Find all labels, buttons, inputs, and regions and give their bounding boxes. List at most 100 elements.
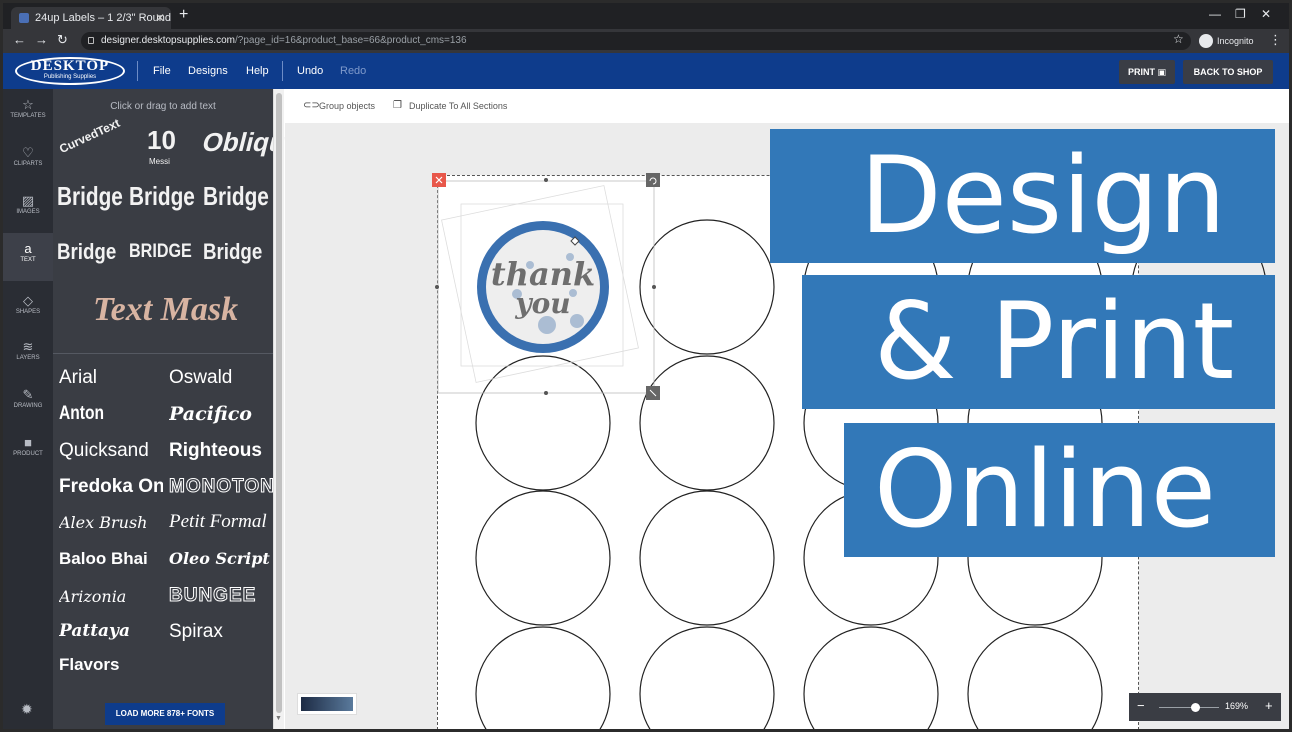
- font-option[interactable]: Quicksand: [59, 440, 163, 462]
- bridge-text-sample[interactable]: Bridge: [203, 181, 269, 212]
- gradient-fill: [301, 697, 353, 711]
- font-option[interactable]: Pattaya: [59, 621, 163, 641]
- panel-scrollbar[interactable]: ▼: [273, 89, 284, 729]
- text-panel: Click or drag to add text CurvedText 10 …: [53, 89, 304, 729]
- promo-banner-print: & Print: [802, 275, 1275, 409]
- label-circle: [967, 626, 1103, 729]
- font-option[interactable]: Arizonia: [59, 587, 163, 606]
- back-arrow-icon[interactable]: ←: [13, 32, 26, 47]
- bridge-text-sample[interactable]: Bridge: [129, 181, 195, 212]
- zoom-slider-track[interactable]: [1159, 707, 1219, 708]
- forward-arrow-icon[interactable]: →: [35, 32, 48, 47]
- window-close-icon[interactable]: ✕: [1261, 7, 1271, 21]
- zoom-out-icon[interactable]: −: [1137, 698, 1145, 713]
- font-option[interactable]: MONOTON: [169, 476, 273, 498]
- font-option[interactable]: Fredoka One: [59, 476, 163, 498]
- rail-images[interactable]: ▨ IMAGES: [3, 185, 53, 233]
- new-tab-icon[interactable]: +: [179, 6, 188, 24]
- bridge-text-sample[interactable]: BRIDGE: [129, 241, 192, 263]
- site-favicon-icon: [19, 13, 29, 23]
- heart-icon: ♡: [22, 145, 34, 160]
- box-icon: ■: [24, 435, 32, 450]
- curved-text-sample[interactable]: CurvedText: [57, 116, 122, 156]
- rail-drawing[interactable]: ✎ DRAWING: [3, 379, 53, 427]
- zoom-level: 169%: [1225, 701, 1249, 711]
- logo-main: DESKTOP: [30, 58, 110, 74]
- bridge-text-sample[interactable]: Bridge: [203, 239, 262, 265]
- font-option[interactable]: BUNGEE: [169, 585, 273, 607]
- font-option[interactable]: Oleo Script S: [169, 549, 273, 568]
- rail-layers[interactable]: ≋ LAYERS: [3, 331, 53, 379]
- rail-product[interactable]: ■ PRODUCT: [3, 427, 53, 475]
- panel-divider: [53, 353, 273, 354]
- image-icon: ▨: [21, 193, 35, 208]
- browser-menu-icon[interactable]: ⋮: [1269, 32, 1282, 48]
- label-circle: [475, 490, 611, 626]
- maximize-icon[interactable]: ❐: [1235, 7, 1246, 21]
- rail-text[interactable]: a TEXT: [3, 233, 53, 281]
- label-circle: [639, 219, 775, 355]
- font-option[interactable]: Alex Brush: [59, 513, 163, 532]
- handle: [652, 285, 656, 289]
- browser-tab[interactable]: 24up Labels – 1 2/3" Round | De ✕: [11, 7, 171, 29]
- bridge-text-sample[interactable]: Bridge: [57, 181, 123, 212]
- rail-label: PRODUCT: [13, 451, 43, 457]
- text-mask-sample[interactable]: Text Mask: [93, 291, 238, 329]
- font-option[interactable]: Oswald: [169, 367, 273, 389]
- redo-button[interactable]: Redo: [340, 53, 366, 89]
- font-option[interactable]: Petit Formal: [169, 511, 273, 533]
- menu-designs[interactable]: Designs: [188, 53, 228, 89]
- rail-templates[interactable]: ☆ TEMPLATES: [3, 89, 53, 137]
- print-button[interactable]: PRINT ▣: [1119, 60, 1175, 84]
- font-option[interactable]: Righteous: [169, 440, 273, 462]
- rail-label: TEMPLATES: [10, 113, 46, 119]
- bookmark-star-icon[interactable]: ☆: [1173, 32, 1184, 46]
- rail-label: DRAWING: [13, 403, 43, 409]
- color-swatch[interactable]: [297, 693, 357, 715]
- font-option[interactable]: Anton: [59, 403, 144, 425]
- label-circle: [639, 490, 775, 626]
- panel-hint: Click or drag to add text: [110, 101, 216, 112]
- pencil-icon: ✎: [22, 387, 34, 402]
- incognito-indicator[interactable]: Incognito: [1199, 32, 1254, 50]
- scroll-down-icon[interactable]: ▼: [275, 715, 282, 722]
- handle: [544, 391, 548, 395]
- rail-shapes[interactable]: ◇ SHAPES: [3, 285, 53, 333]
- rail-label: SHAPES: [15, 309, 41, 315]
- zoom-slider-knob[interactable]: [1191, 703, 1200, 712]
- font-option[interactable]: Flavors: [59, 655, 163, 675]
- label-circle: [475, 355, 611, 491]
- header-divider: [282, 61, 283, 81]
- bridge-text-sample[interactable]: Bridge: [57, 239, 116, 265]
- text-icon: a: [24, 241, 32, 256]
- rail-label: CLIPARTS: [13, 161, 43, 167]
- number-text-sample[interactable]: 10: [147, 125, 176, 156]
- undo-button[interactable]: Undo: [297, 53, 323, 89]
- scrollbar-thumb[interactable]: [276, 93, 282, 713]
- load-more-fonts-button[interactable]: LOAD MORE 878+ FONTS: [105, 703, 225, 725]
- diamond-icon: ◇: [23, 293, 33, 308]
- incognito-icon: [1199, 34, 1213, 48]
- minimize-icon[interactable]: —: [1209, 7, 1221, 21]
- rotate-handle-icon: [646, 173, 660, 187]
- layers-icon: ≋: [22, 339, 34, 354]
- font-option[interactable]: Spirax: [169, 621, 273, 643]
- font-option[interactable]: Arial: [59, 367, 163, 389]
- screen: 24up Labels – 1 2/3" Round | De ✕ + — ❐ …: [3, 3, 1289, 729]
- address-bar[interactable]: designer.desktopsupplies.com/?page_id=16…: [81, 32, 1191, 50]
- rail-cliparts[interactable]: ♡ CLIPARTS: [3, 137, 53, 185]
- close-tab-icon[interactable]: ✕: [155, 7, 165, 29]
- design-workspace: ⊂⊃ Group objects ❐ Duplicate To All Sect…: [285, 89, 1289, 729]
- settings-gear-icon[interactable]: ✹: [21, 701, 33, 718]
- logo[interactable]: DESKTOP Publishing Supplies: [15, 57, 125, 85]
- back-to-shop-button[interactable]: BACK TO SHOP: [1183, 60, 1273, 84]
- printer-icon: ▣: [1157, 67, 1167, 77]
- zoom-in-icon[interactable]: +: [1265, 698, 1273, 713]
- menu-help[interactable]: Help: [246, 53, 269, 89]
- number-caption-sample[interactable]: Messi: [149, 157, 170, 166]
- font-option[interactable]: Pacifico: [169, 403, 273, 425]
- handle: [544, 178, 548, 182]
- reload-icon[interactable]: ↻: [57, 32, 68, 48]
- font-option[interactable]: Baloo Bhai: [59, 549, 163, 569]
- menu-file[interactable]: File: [153, 53, 171, 89]
